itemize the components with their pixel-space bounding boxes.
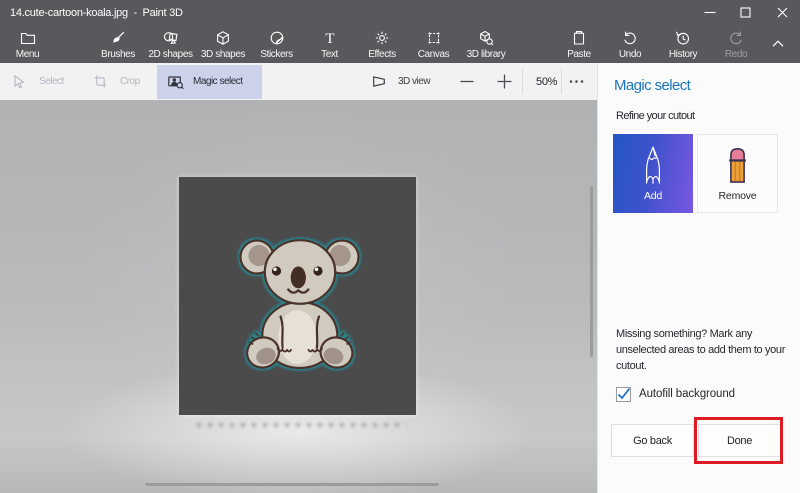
svg-text:T: T	[325, 31, 334, 46]
